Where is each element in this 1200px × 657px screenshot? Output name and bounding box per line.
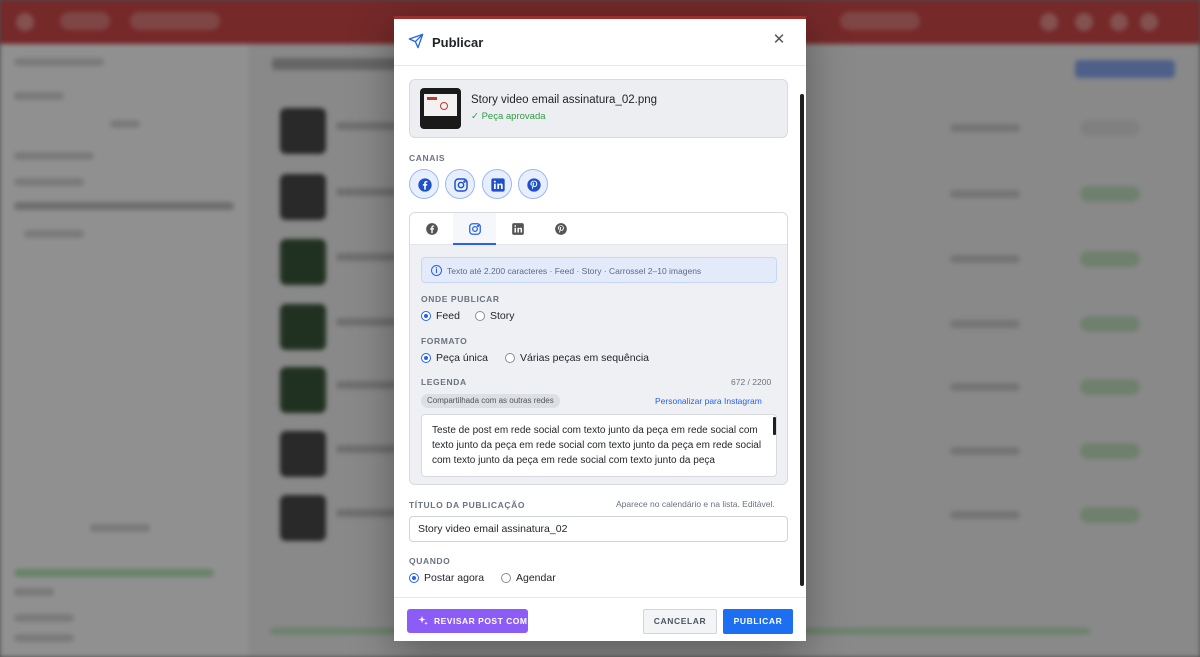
modal-title: Publicar xyxy=(432,35,484,50)
tab-facebook[interactable] xyxy=(410,213,453,245)
radio-story-label[interactable]: Story xyxy=(490,310,515,322)
where-label: ONDE PUBLICAR xyxy=(421,294,500,304)
instagram-icon xyxy=(454,178,468,192)
tab-linkedin[interactable] xyxy=(496,213,539,245)
radio-feed[interactable] xyxy=(421,311,431,321)
radio-schedule[interactable] xyxy=(501,573,511,583)
instagram-icon xyxy=(469,223,481,235)
linkedin-icon xyxy=(512,223,524,235)
publish-button[interactable]: PUBLICAR xyxy=(723,609,793,634)
close-icon[interactable]: ✕ xyxy=(771,32,787,48)
publication-title-label: TÍTULO DA PUBLICAÇÃO xyxy=(409,500,526,510)
publish-modal: Publicar ✕ Story video email assinatura_… xyxy=(394,16,806,641)
tab-pinterest[interactable] xyxy=(539,213,582,245)
caption-counter: 672 / 2200 xyxy=(731,377,772,387)
radio-single-piece[interactable] xyxy=(421,353,431,363)
channel-tabs xyxy=(410,213,787,245)
caption-label: LEGENDA xyxy=(421,377,467,387)
modal-scrollbar[interactable] xyxy=(800,94,804,586)
publication-title-input[interactable] xyxy=(409,516,788,542)
linkedin-icon xyxy=(491,178,505,192)
radio-multiple-pieces[interactable] xyxy=(505,353,515,363)
pinterest-icon xyxy=(527,178,541,192)
file-thumbnail xyxy=(420,88,461,129)
sparkle-icon xyxy=(418,616,428,625)
review-with-ai-button[interactable]: REVISAR POST COM IA xyxy=(407,609,539,633)
caption-text: Teste de post em rede social com texto j… xyxy=(432,425,762,466)
radio-feed-label[interactable]: Feed xyxy=(436,310,460,322)
radio-post-now[interactable] xyxy=(409,573,419,583)
facebook-icon xyxy=(426,223,438,235)
radio-post-now-label[interactable]: Postar agora xyxy=(424,572,484,584)
file-name: Story video email assinatura_02.png xyxy=(471,94,658,106)
radio-single-piece-label[interactable]: Peça única xyxy=(436,352,488,364)
pinterest-icon xyxy=(555,223,567,235)
caption-scrollbar[interactable] xyxy=(773,417,776,435)
shared-badge: Compartilhada com as outras redes xyxy=(421,394,560,408)
channel-facebook[interactable] xyxy=(409,169,439,199)
file-card: Story video email assinatura_02.png ✓ Pe… xyxy=(409,79,788,138)
personalize-instagram-link[interactable]: Personalizar para Instagram xyxy=(655,396,762,406)
info-text: Texto até 2.200 caracteres · Feed · Stor… xyxy=(447,266,702,276)
channels-label: CANAIS xyxy=(409,153,446,163)
radio-schedule-label[interactable]: Agendar xyxy=(516,572,556,584)
when-label: QUANDO xyxy=(409,556,451,566)
format-label: FORMATO xyxy=(421,336,468,346)
channel-instagram[interactable] xyxy=(445,169,475,199)
modal-header: Publicar ✕ xyxy=(394,19,806,66)
modal-footer: REVISAR POST COM IA CANCELAR PUBLICAR xyxy=(394,597,806,641)
send-icon xyxy=(408,33,424,49)
channel-pinterest[interactable] xyxy=(518,169,548,199)
radio-multiple-pieces-label[interactable]: Várias peças em sequência xyxy=(520,352,649,364)
approval-status: ✓ Peça aprovada xyxy=(471,111,546,122)
facebook-icon xyxy=(418,178,432,192)
instagram-info-banner: i Texto até 2.200 caracteres · Feed · St… xyxy=(421,257,777,283)
publication-title-hint: Aparece no calendário e na lista. Editáv… xyxy=(616,499,775,509)
tab-instagram[interactable] xyxy=(453,213,496,245)
caption-textarea[interactable]: Teste de post em rede social com texto j… xyxy=(421,414,777,477)
cancel-button[interactable]: CANCELAR xyxy=(643,609,717,634)
radio-story[interactable] xyxy=(475,311,485,321)
info-icon: i xyxy=(431,265,442,276)
channel-settings-panel: i Texto até 2.200 caracteres · Feed · St… xyxy=(409,212,788,485)
channel-linkedin[interactable] xyxy=(482,169,512,199)
modal-body[interactable]: Story video email assinatura_02.png ✓ Pe… xyxy=(394,67,806,597)
review-with-ai-label: REVISAR POST COM IA xyxy=(434,616,540,626)
